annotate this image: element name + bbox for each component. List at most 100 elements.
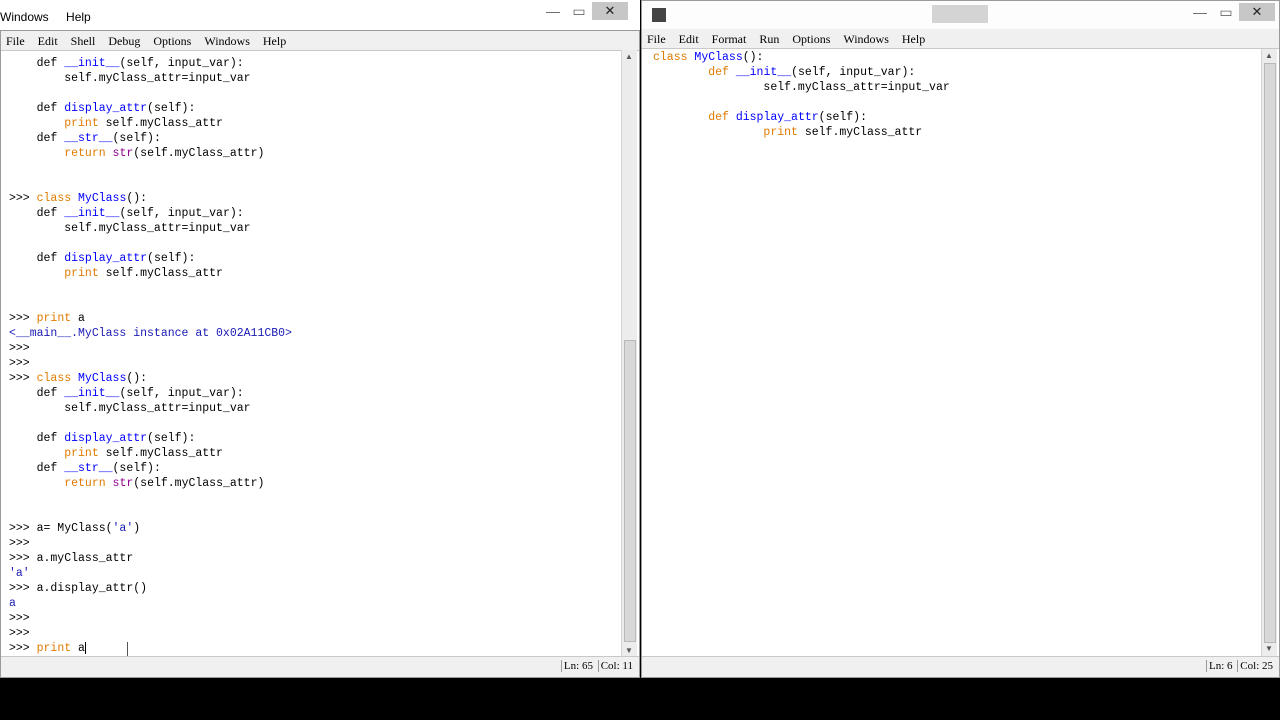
shell-line-number: Ln: 65: [560, 660, 595, 672]
shell-token: (self, input_var):: [119, 57, 244, 70]
editor-cursor-position: Ln: 6 Col: 25: [1206, 660, 1275, 672]
shell-menubar: File Edit Shell Debug Options Windows He…: [1, 31, 639, 51]
shell-line: >>>: [9, 536, 609, 551]
shell-token: __str__: [64, 132, 113, 145]
shell-token: def: [9, 252, 65, 265]
close-icon[interactable]: ✕: [592, 2, 628, 20]
shell-menu-options[interactable]: Options: [148, 31, 196, 49]
shell-token: def: [9, 57, 65, 70]
shell-token: >>>: [9, 627, 30, 640]
editor-token: ():: [742, 51, 764, 64]
shell-token: return: [64, 147, 106, 160]
background-menu-windows[interactable]: Windows: [0, 10, 49, 24]
editor-menu-file[interactable]: File: [642, 29, 671, 47]
shell-menu-file[interactable]: File: [1, 31, 30, 49]
shell-token: self.myClass_attr=input_var: [9, 222, 251, 235]
shell-token: >>>: [9, 612, 30, 625]
shell-line: def display_attr(self):: [9, 251, 609, 266]
editor-text-area[interactable]: class MyClass(): def __init__(self, inpu…: [653, 50, 1248, 656]
scroll-up-icon[interactable]: ▲: [624, 52, 634, 62]
editor-token: [653, 126, 763, 139]
editor-token: __init__: [735, 66, 792, 79]
background-menu-help[interactable]: Help: [66, 10, 91, 24]
editor-token: [729, 111, 736, 124]
scroll-down-icon[interactable]: ▼: [1264, 644, 1274, 654]
shell-line: a: [9, 596, 609, 611]
shell-token: __init__: [64, 57, 120, 70]
shell-token: def: [9, 387, 65, 400]
shell-line: self.myClass_attr=input_var: [9, 401, 609, 416]
shell-line: def __init__(self, input_var):: [9, 206, 609, 221]
shell-scroll-thumb[interactable]: [624, 340, 636, 642]
shell-statusbar: Ln: 65 Col: 11: [1, 656, 639, 677]
shell-menu-shell[interactable]: Shell: [66, 31, 101, 49]
shell-token: [9, 447, 64, 460]
editor-titlebar: — ▭ ✕: [642, 1, 1279, 30]
shell-line: >>> a.myClass_attr: [9, 551, 609, 566]
shell-token: display_attr: [64, 102, 148, 115]
shell-token: (self):: [112, 462, 161, 475]
shell-token: (self):: [147, 252, 196, 265]
shell-output: def __init__(self, input_var): self.myCl…: [9, 56, 609, 656]
shell-line: return str(self.myClass_attr): [9, 146, 609, 161]
editor-statusbar: Ln: 6 Col: 25: [642, 656, 1279, 677]
shell-line: >>> class MyClass():: [9, 191, 609, 206]
editor-line: def __init__(self, input_var):: [653, 65, 1248, 80]
scroll-up-icon[interactable]: ▲: [1264, 51, 1274, 61]
shell-token: (self.myClass_attr): [133, 147, 265, 160]
shell-token: display_attr: [64, 432, 148, 445]
editor-token: class: [653, 51, 688, 64]
editor-menu-options[interactable]: Options: [787, 29, 835, 47]
shell-token: ():: [126, 192, 148, 205]
shell-token: def: [9, 462, 65, 475]
shell-token: (self, input_var):: [119, 387, 244, 400]
shell-token: [9, 147, 64, 160]
shell-token: print: [36, 642, 72, 655]
shell-token: def: [9, 102, 65, 115]
shell-token: (self):: [112, 132, 161, 145]
shell-text-area[interactable]: def __init__(self, input_var): self.myCl…: [9, 56, 609, 658]
shell-line: >>>: [9, 341, 609, 356]
shell-menu-debug[interactable]: Debug: [103, 31, 145, 49]
editor-menu-help[interactable]: Help: [897, 29, 930, 47]
editor-token: self.myClass_attr: [797, 126, 923, 139]
minimize-icon[interactable]: —: [1187, 3, 1213, 21]
shell-column-number: Col: 11: [597, 660, 635, 672]
shell-line: >>> a.display_attr(): [9, 581, 609, 596]
scroll-down-icon[interactable]: ▼: [624, 646, 634, 656]
editor-menu-run[interactable]: Run: [754, 29, 784, 47]
shell-token: >>>: [9, 312, 37, 325]
shell-token: __str__: [64, 462, 113, 475]
editor-menu-windows[interactable]: Windows: [838, 29, 894, 47]
editor-token: display_attr: [735, 111, 819, 124]
editor-menu-format[interactable]: Format: [707, 29, 752, 47]
editor-token: def: [708, 111, 729, 124]
shell-token: <__main__.MyClass instance at 0x02A11CB0…: [9, 327, 292, 340]
close-icon[interactable]: ✕: [1239, 3, 1275, 21]
shell-line: >>> a= MyClass('a'): [9, 521, 609, 536]
shell-menu-windows[interactable]: Windows: [199, 31, 255, 49]
editor-column-number: Col: 25: [1237, 660, 1275, 672]
editor-scroll-thumb[interactable]: [1264, 63, 1276, 643]
shell-token: a: [71, 642, 85, 655]
shell-token: def: [9, 132, 65, 145]
shell-line: >>>: [9, 611, 609, 626]
editor-menu-edit[interactable]: Edit: [674, 29, 704, 47]
shell-menu-edit[interactable]: Edit: [33, 31, 63, 49]
shell-menu-help[interactable]: Help: [258, 31, 291, 49]
editor-vertical-scrollbar[interactable]: ▲ ▼: [1261, 49, 1277, 656]
editor-token: def: [708, 66, 729, 79]
shell-window-controls: — ▭ ✕: [540, 2, 628, 20]
shell-token: print: [64, 447, 99, 460]
maximize-icon[interactable]: ▭: [1213, 3, 1239, 21]
shell-token: >>>: [9, 537, 30, 550]
minimize-icon[interactable]: —: [540, 2, 566, 20]
shell-token: >>>: [9, 342, 30, 355]
shell-vertical-scrollbar[interactable]: ▲ ▼: [621, 50, 637, 658]
maximize-icon[interactable]: ▭: [566, 2, 592, 20]
window-controls: — ▭ ✕: [1187, 3, 1275, 21]
shell-token: 'a': [9, 567, 30, 580]
